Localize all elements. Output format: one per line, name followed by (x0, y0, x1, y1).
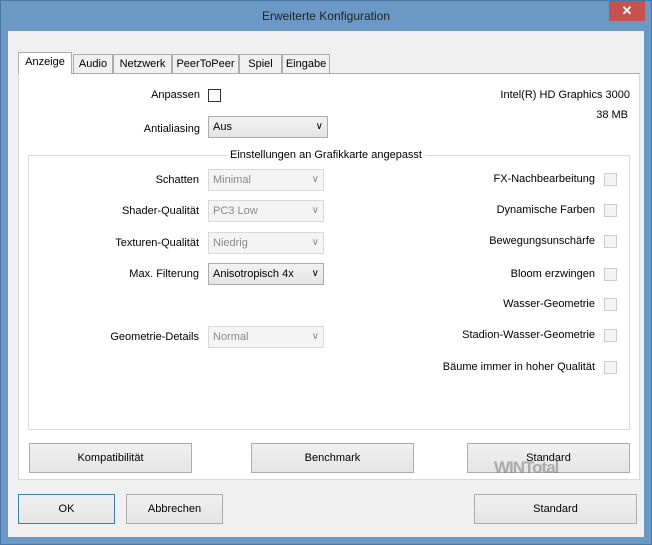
checkbox-label: Stadion-Wasser-Geometrie (462, 329, 595, 341)
setting-select[interactable]: Normal ∨ (208, 326, 324, 348)
watermark-logo: WINTotal (494, 458, 559, 477)
gpu-memory: 38 MB (596, 109, 628, 121)
select-label: Geometrie-Details (110, 331, 199, 343)
chevron-down-icon: ∨ (311, 268, 319, 279)
group-title: Einstellungen an Grafikkarte angepasst (0, 149, 652, 161)
graphics-group (28, 155, 630, 430)
select-value: Normal (213, 331, 249, 343)
standard-button[interactable]: Standard (474, 494, 637, 524)
antialiasing-value: Aus (213, 121, 232, 133)
ok-button[interactable]: OK (18, 494, 115, 524)
option-checkbox[interactable] (604, 173, 617, 186)
select-value: Anisotropisch 4x (213, 268, 294, 280)
checkbox-label: FX-Nachbearbeitung (493, 173, 595, 185)
option-checkbox[interactable] (604, 298, 617, 311)
tab-peertopeer[interactable]: PeerToPeer (172, 54, 239, 73)
select-label: Texturen-Qualität (115, 237, 199, 249)
anpassen-label: Anpassen (151, 89, 200, 101)
checkbox-label: Dynamische Farben (496, 204, 595, 216)
select-value: Niedrig (213, 237, 248, 249)
select-label: Shader-Qualität (121, 205, 199, 217)
option-checkbox[interactable] (604, 329, 617, 342)
chevron-down-icon: ∨ (315, 121, 323, 132)
setting-select[interactable]: Minimal ∨ (208, 169, 324, 191)
option-checkbox[interactable] (604, 204, 617, 217)
tab-netzwerk[interactable]: Netzwerk (113, 54, 172, 73)
select-value: PC3 Low (213, 205, 258, 217)
checkbox-label: Bloom erzwingen (510, 268, 595, 280)
setting-select[interactable]: PC3 Low ∨ (208, 200, 324, 222)
benchmark-button[interactable]: Benchmark (251, 443, 414, 473)
checkbox-label: Bewegungsunschärfe (489, 235, 595, 247)
group-title-text: Einstellungen an Grafikkarte angepasst (226, 149, 425, 161)
close-button[interactable]: ✕ (609, 1, 645, 21)
select-value: Minimal (213, 174, 251, 186)
chevron-down-icon: ∨ (311, 331, 319, 342)
tab-anzeige[interactable]: Anzeige (18, 52, 72, 74)
option-checkbox[interactable] (604, 235, 617, 248)
cancel-button[interactable]: Abbrechen (126, 494, 223, 524)
anpassen-checkbox[interactable] (208, 89, 221, 102)
gpu-name: Intel(R) HD Graphics 3000 (500, 89, 630, 101)
chevron-down-icon: ∨ (311, 205, 319, 216)
tab-audio[interactable]: Audio (73, 54, 113, 73)
antialiasing-label: Antialiasing (143, 123, 200, 135)
select-label: Schatten (155, 174, 199, 186)
option-checkbox[interactable] (604, 361, 617, 374)
option-checkbox[interactable] (604, 268, 617, 281)
chevron-down-icon: ∨ (311, 174, 319, 185)
setting-select[interactable]: Niedrig ∨ (208, 232, 324, 254)
tab-eingabe[interactable]: Eingabe (282, 54, 330, 73)
chevron-down-icon: ∨ (311, 237, 319, 248)
tab-spiel[interactable]: Spiel (239, 54, 282, 73)
kompatibilitaet-button[interactable]: Kompatibilität (29, 443, 192, 473)
antialiasing-select[interactable]: Aus ∨ (208, 116, 328, 138)
checkbox-label: Wasser-Geometrie (503, 298, 595, 310)
setting-select[interactable]: Anisotropisch 4x ∨ (208, 263, 324, 285)
select-label: Max. Filterung (129, 268, 199, 280)
window-title: Erweiterte Konfiguration (261, 9, 391, 23)
checkbox-label: Bäume immer in hoher Qualität (442, 361, 595, 373)
